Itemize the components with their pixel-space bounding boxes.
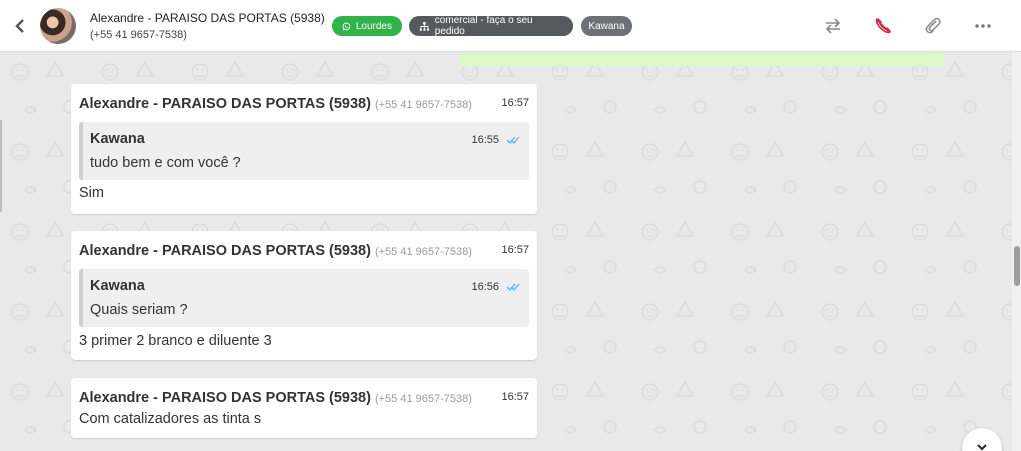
sender-phone: (+55 41 9657-7538) [374,246,472,258]
sender-phone: (+55 41 9657-7538) [374,393,472,405]
quoted-message[interactable]: Kawana 16:55 tudo bem e com você ? [79,122,529,180]
queue-tag[interactable]: comercial - faça o seu pedido [409,15,573,37]
sender-name: Alexandre - PARAISO DAS PORTAS (5938) [79,96,371,112]
contact-info[interactable]: Alexandre - PARAISO DAS PORTAS (5938) (+… [90,11,325,41]
user-tag[interactable]: Kawana [581,16,632,36]
message-text: Com catalizadores as tinta s [79,411,262,427]
quoted-sender: Kawana [90,131,145,147]
whatsapp-icon [342,22,351,30]
avatar[interactable] [40,7,76,44]
contact-name: Alexandre - PARAISO DAS PORTAS (5938) [90,10,325,25]
message-text: 3 primer 2 branco e diluente 3 [79,333,272,349]
quoted-sender: Kawana [90,278,145,294]
attach-button[interactable] [922,15,944,37]
incoming-message[interactable]: Alexandre - PARAISO DAS PORTAS (5938) (+… [71,378,537,438]
message-text: Sim [79,185,104,201]
message-header: Alexandre - PARAISO DAS PORTAS (5938) (+… [79,390,529,406]
quoted-time: 16:55 [471,134,499,146]
more-options-button[interactable] [972,15,994,37]
quoted-text: Quais seriam ? [90,302,188,318]
double-check-icon [506,283,520,291]
sitemap-icon [419,21,430,31]
more-icon [975,24,991,28]
agent-tag-label: Lourdes [355,20,392,32]
outgoing-message-bubble [460,52,944,66]
chevron-down-icon [977,444,987,451]
paperclip-icon [925,17,941,34]
chat-header: Alexandre - PARAISO DAS PORTAS (5938) (+… [0,0,1021,52]
end-call-button[interactable] [872,15,894,37]
contact-phone: (+55 41 9657-7538) [90,28,187,41]
side-divider [0,120,2,212]
queue-tag-label: comercial - faça o seu pedido [434,15,533,37]
incoming-message[interactable]: Alexandre - PARAISO DAS PORTAS (5938) (+… [71,84,537,214]
double-check-icon [506,136,520,144]
call-end-icon [875,18,891,34]
scrollbar-thumb[interactable] [1014,246,1020,286]
quoted-message[interactable]: Kawana 16:56 Quais seriam ? [79,269,529,327]
quoted-text: tudo bem e com você ? [90,155,241,171]
message-time: 16:57 [501,244,529,256]
message-header: Alexandre - PARAISO DAS PORTAS (5938) (+… [79,96,529,112]
message-time: 16:57 [501,391,529,403]
sender-name: Alexandre - PARAISO DAS PORTAS (5938) [79,243,371,259]
incoming-message[interactable]: Alexandre - PARAISO DAS PORTAS (5938) (+… [71,231,537,360]
message-time: 16:57 [501,97,529,109]
sender-phone: (+55 41 9657-7538) [374,99,472,111]
transfer-icon [825,18,841,34]
message-header: Alexandre - PARAISO DAS PORTAS (5938) (+… [79,243,529,259]
agent-tag[interactable]: Lourdes [332,16,402,36]
user-tag-label: Kawana [588,20,625,32]
back-button[interactable] [0,0,40,52]
back-icon [15,18,24,33]
quoted-time: 16:56 [471,281,499,293]
transfer-button[interactable] [822,15,844,37]
sender-name: Alexandre - PARAISO DAS PORTAS (5938) [79,390,371,406]
